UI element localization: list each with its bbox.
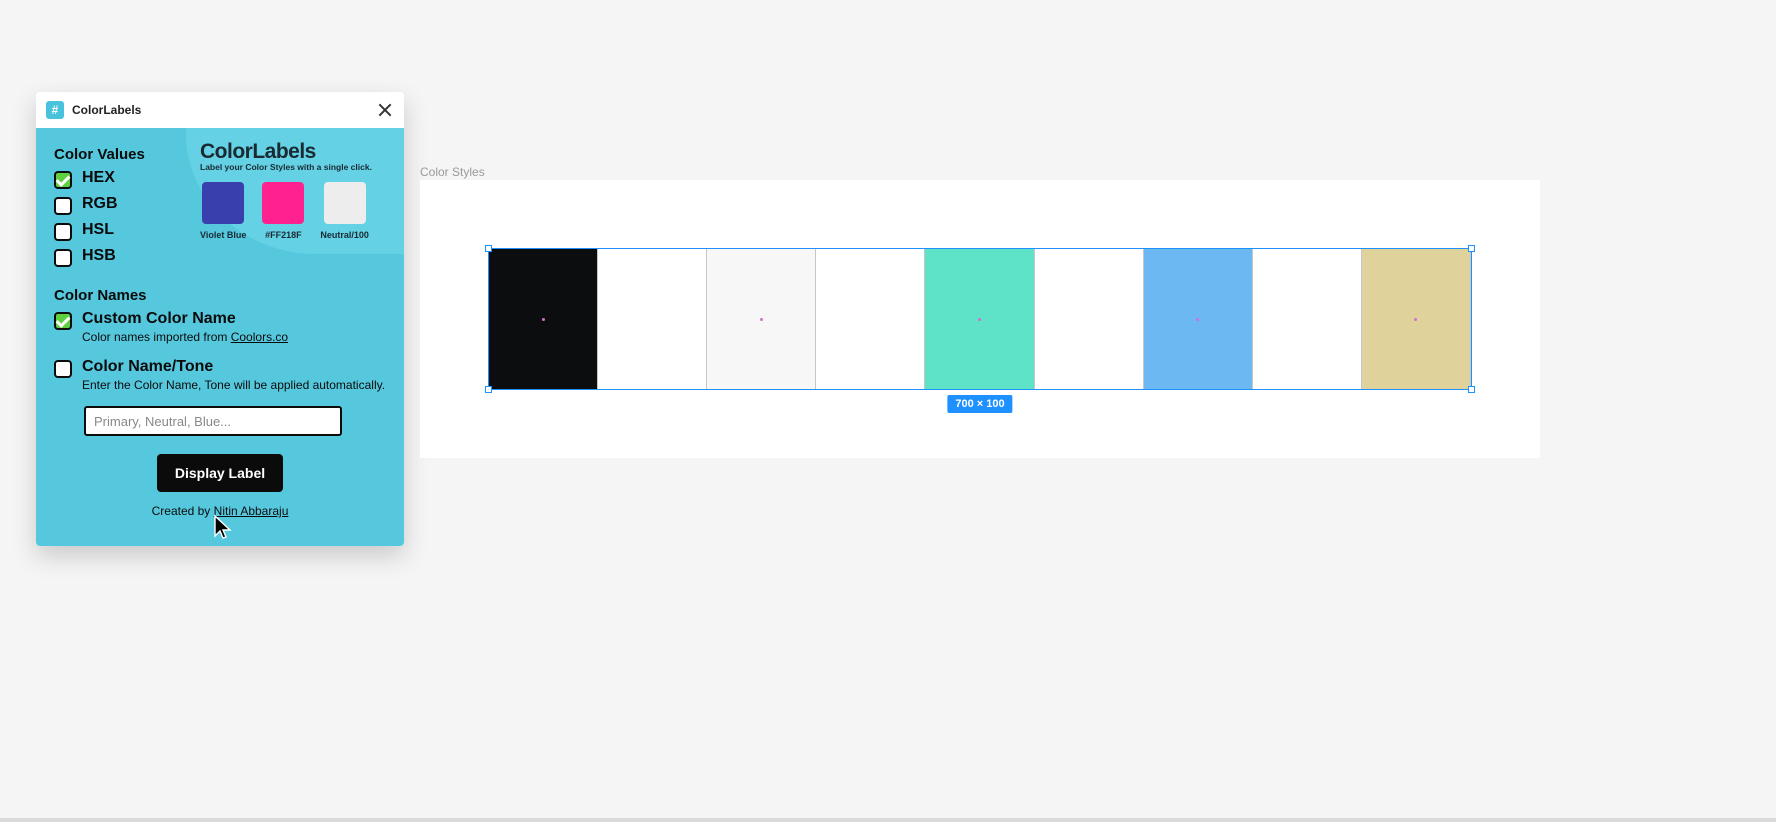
brand-swatch: Neutral/100 [320,182,369,240]
author-link[interactable]: Nitin Abbaraju [214,504,289,518]
color-cell[interactable] [816,249,925,389]
checkbox[interactable] [54,312,72,330]
color-cell[interactable] [489,249,598,389]
swatch-chip [262,182,304,224]
brand-subtitle: Label your Color Styles with a single cl… [200,162,392,172]
color-cell[interactable] [707,249,816,389]
color-cell[interactable] [925,249,1034,389]
color-cell[interactable] [1035,249,1144,389]
anchor-dot-icon [1196,318,1199,321]
checkbox-sublabel: Enter the Color Name, Tone will be appli… [82,378,385,392]
checkbox[interactable] [54,197,72,215]
selection-handle[interactable] [1468,386,1475,393]
checkbox[interactable] [54,360,72,378]
checkbox-label: HSB [82,247,116,265]
swatch-chip [324,182,366,224]
color-name-input[interactable] [84,406,342,436]
close-icon[interactable] [376,101,394,119]
brand-swatch: #FF218F [262,182,304,240]
selection-handle[interactable] [1468,245,1475,252]
bottom-bar [0,818,1776,822]
credits: Created by Nitin Abbaraju [54,504,386,518]
checkbox[interactable] [54,171,72,189]
color-cell[interactable] [1253,249,1362,389]
checkbox[interactable] [54,249,72,267]
plugin-window: # ColorLabels ColorLabels Label your Col… [36,92,404,546]
color-cell[interactable] [598,249,707,389]
selection-group[interactable]: 700 × 100 [488,248,1472,390]
brand-title: ColorLabels [200,140,392,164]
selection-size-badge: 700 × 100 [947,395,1012,413]
checkbox-label: RGB [82,195,118,213]
display-label-button[interactable]: Display Label [157,454,283,492]
plugin-hash-icon: # [46,101,64,119]
anchor-dot-icon [542,318,545,321]
checkbox-sublabel: Color names imported from Coolors.co [82,330,288,344]
checkbox-label: HEX [82,169,115,187]
checkbox-label: Custom Color Name [82,310,288,328]
name-option-tone[interactable]: Color Name/Tone Enter the Color Name, To… [54,358,386,392]
sublabel-text: Color names imported from [82,330,231,344]
checkbox-label: HSL [82,221,114,239]
frame-label[interactable]: Color Styles [420,165,485,179]
name-option-custom[interactable]: Custom Color Name Color names imported f… [54,310,386,344]
brand-swatch-row: Violet Blue #FF218F Neutral/100 [200,182,392,240]
plugin-title: ColorLabels [72,103,141,117]
brand-swatch: Violet Blue [200,182,246,240]
swatch-label: Violet Blue [200,230,246,240]
coolors-link[interactable]: Coolors.co [231,330,288,344]
brand-card: ColorLabels Label your Color Styles with… [186,128,404,254]
color-cell[interactable] [1144,249,1253,389]
plugin-body: ColorLabels Label your Color Styles with… [36,128,404,546]
credits-text: Created by [152,504,214,518]
anchor-dot-icon [978,318,981,321]
color-names-heading: Color Names [54,287,386,304]
checkbox[interactable] [54,223,72,241]
color-cell[interactable] [1362,249,1471,389]
swatch-label: Neutral/100 [320,230,369,240]
anchor-dot-icon [760,318,763,321]
selection-handle[interactable] [485,245,492,252]
checkbox-label: Color Name/Tone [82,358,385,376]
swatch-label: #FF218F [265,230,302,240]
swatch-chip [202,182,244,224]
anchor-dot-icon [1414,318,1417,321]
selection-handle[interactable] [485,386,492,393]
plugin-titlebar[interactable]: # ColorLabels [36,92,404,128]
